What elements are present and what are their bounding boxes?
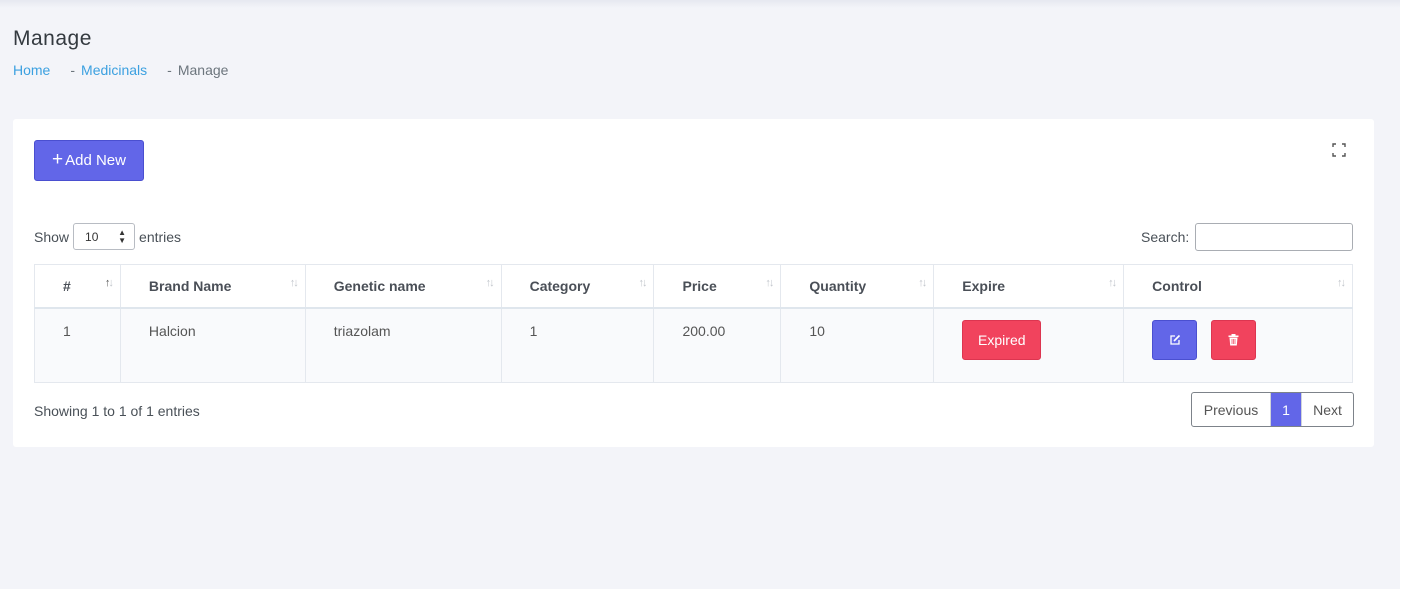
sort-caret-icon: ▲ ▼ <box>118 227 127 245</box>
cell-num: 1 <box>34 307 121 383</box>
breadcrumb-current: Manage <box>177 62 229 78</box>
show-entries: Show 10 ▲ ▼ entries <box>34 223 181 250</box>
page-1-button[interactable]: 1 <box>1271 393 1301 426</box>
entries-value: 10 <box>85 229 99 244</box>
column-header-brand-name[interactable]: Brand Name ↑↓ <box>119 264 306 309</box>
breadcrumb-home[interactable]: Home <box>13 62 50 78</box>
medicinals-table: # ↑↓ Brand Name ↑↓ Genetic name ↑↓ Categ… <box>34 264 1353 383</box>
sort-icon: ↑↓ <box>485 277 495 289</box>
entries-label: entries <box>139 228 182 245</box>
table-row: 1 Halcion triazolam 1 200.00 10 Expired <box>34 307 1353 383</box>
show-label: Show <box>34 228 70 245</box>
search: Search: <box>1141 223 1354 251</box>
column-header-generic-name[interactable]: Genetic name ↑↓ <box>304 264 502 309</box>
breadcrumb-separator: - <box>70 62 76 78</box>
search-label: Search: <box>1141 229 1190 245</box>
cell-brand-name: Halcion <box>119 307 306 383</box>
breadcrumb-medicinals[interactable]: Medicinals <box>81 62 147 78</box>
entries-select[interactable]: 10 ▲ ▼ <box>73 223 136 250</box>
page-title: Manage <box>13 27 92 50</box>
sort-icon: ↑↓ <box>104 277 114 289</box>
sort-icon: ↑↓ <box>638 277 647 289</box>
cell-price: 200.00 <box>653 307 782 383</box>
next-page-button[interactable]: Next <box>1301 393 1353 426</box>
sort-icon: ↑↓ <box>765 277 774 289</box>
sort-icon: ↑↓ <box>1337 277 1346 289</box>
trash-icon <box>1228 334 1239 346</box>
breadcrumb: Home - Medicinals - Manage <box>13 62 228 78</box>
search-input[interactable] <box>1195 223 1354 251</box>
add-new-label: Add New <box>65 152 126 169</box>
manage-card: + Add New Show 10 ▲ ▼ entries Search: # ↑… <box>13 119 1374 447</box>
column-header-category[interactable]: Category ↑↓ <box>500 264 655 309</box>
add-new-button[interactable]: + Add New <box>34 140 144 181</box>
table-header-row: # ↑↓ Brand Name ↑↓ Genetic name ↑↓ Categ… <box>34 264 1353 309</box>
sort-icon: ↑↓ <box>1108 277 1117 289</box>
pagination: Previous 1 Next <box>1191 392 1354 427</box>
previous-page-button[interactable]: Previous <box>1192 393 1271 426</box>
column-header-control[interactable]: Control ↑↓ <box>1123 264 1353 309</box>
expired-badge[interactable]: Expired <box>962 320 1042 360</box>
column-header-num[interactable]: # ↑↓ <box>34 264 121 309</box>
delete-button[interactable] <box>1211 320 1257 360</box>
cell-quantity: 10 <box>780 307 935 383</box>
column-header-price[interactable]: Price ↑↓ <box>653 264 782 309</box>
topbar-shadow <box>0 0 1406 8</box>
edit-icon <box>1170 334 1180 345</box>
table-info: Showing 1 to 1 of 1 entries <box>34 403 200 419</box>
cell-generic-name: triazolam <box>304 307 502 383</box>
edit-button[interactable] <box>1152 320 1198 360</box>
column-header-quantity[interactable]: Quantity ↑↓ <box>780 264 935 309</box>
plus-icon: + <box>52 149 64 170</box>
sort-icon: ↑↓ <box>289 277 299 289</box>
cell-expire: Expired <box>933 307 1125 383</box>
fullscreen-icon[interactable] <box>1332 143 1346 157</box>
sort-icon: ↑↓ <box>918 277 927 289</box>
column-header-expire[interactable]: Expire ↑↓ <box>933 264 1125 309</box>
right-edge <box>1400 0 1406 589</box>
breadcrumb-separator: - <box>167 62 172 78</box>
cell-category: 1 <box>500 307 655 383</box>
cell-control <box>1123 307 1353 383</box>
